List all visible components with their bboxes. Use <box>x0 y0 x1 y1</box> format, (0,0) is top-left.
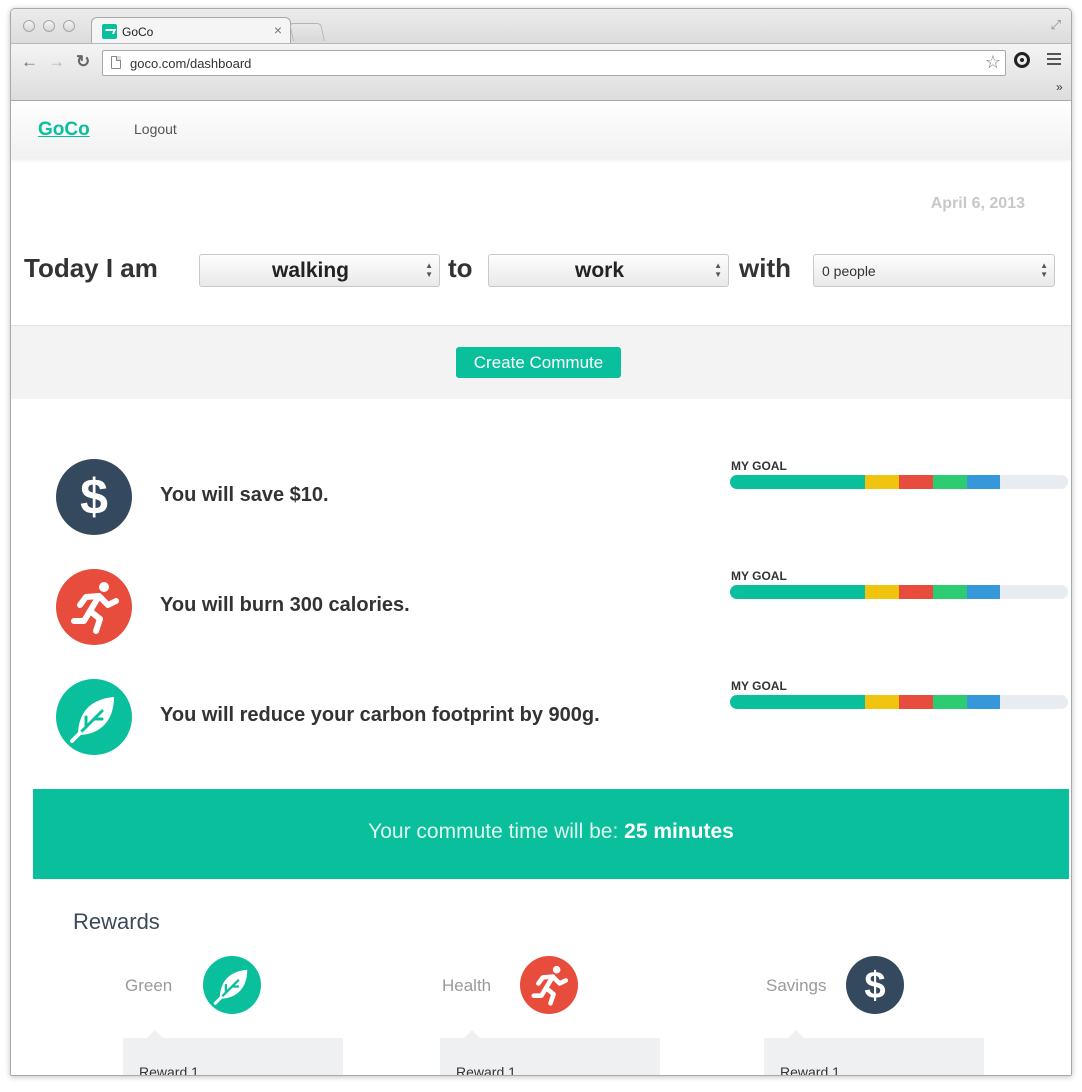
goal-label: MY GOAL <box>731 569 787 583</box>
reward-category-label: Green <box>125 976 173 995</box>
goal-label: MY GOAL <box>731 679 787 693</box>
destination-select[interactable]: work ▲ ▼ <box>488 254 729 287</box>
stat-row-carbon: You will reduce your carbon footprint by… <box>11 679 1071 759</box>
reward-column-health: Health Reward 1 <box>440 956 680 1076</box>
tab-title: GoCo <box>122 25 154 39</box>
runner-icon <box>520 956 578 1014</box>
commute-time-banner: Your commute time will be: 25 minutes <box>33 789 1069 879</box>
reward-column-savings: Savings $ Reward 1 <box>764 956 1004 1076</box>
goal-progress-bar <box>730 585 1068 599</box>
browser-toolbar: ← → ↻ goco.com/dashboard ☆ » <box>11 43 1071 101</box>
goal-segment <box>865 475 899 489</box>
select-arrows-icon: ▲ ▼ <box>1040 261 1048 279</box>
goal-segment <box>865 695 899 709</box>
reward-card[interactable]: Reward 1 <box>123 1030 343 1076</box>
forward-button[interactable]: → <box>48 52 65 72</box>
create-commute-bar: Create Commute <box>11 325 1071 399</box>
stat-text: You will save $10. <box>160 484 329 506</box>
goal-segment <box>865 585 899 599</box>
runner-icon <box>56 569 132 645</box>
goal-progress-bar <box>730 695 1068 709</box>
goal-segment <box>730 695 866 709</box>
current-date: April 6, 2013 <box>930 195 1025 212</box>
svg-text:$: $ <box>80 469 108 525</box>
goal-segment <box>898 585 933 599</box>
svg-text:$: $ <box>864 964 885 1007</box>
goal-segment <box>730 475 866 489</box>
goal-progress-bar <box>730 475 1068 489</box>
reward-card-title: Reward 1 <box>780 1064 840 1076</box>
goal-segment <box>966 475 1001 489</box>
browser-window: GoCo × ⤢ ← → ↻ goco.com/dashboard ☆ » Go… <box>10 8 1072 1076</box>
stat-text: You will reduce your carbon footprint by… <box>160 704 600 726</box>
reward-card[interactable]: Reward 1 <box>764 1030 984 1076</box>
menu-icon[interactable] <box>1047 53 1061 68</box>
goal-segment <box>898 475 933 489</box>
stat-row-calories: You will burn 300 calories. MY GOAL <box>11 569 1071 649</box>
page-viewport: GoCo Logout April 6, 2013 Today I am wal… <box>11 101 1071 1076</box>
brand-logo-link[interactable]: GoCo <box>38 119 90 141</box>
reward-card[interactable]: Reward 1 <box>440 1030 660 1076</box>
favicon-icon <box>102 24 117 39</box>
app-navbar: GoCo Logout <box>11 101 1071 159</box>
minimize-window-button[interactable] <box>43 20 55 32</box>
title-bar: GoCo × ⤢ <box>11 9 1071 44</box>
new-tab-button[interactable] <box>289 23 325 41</box>
destination-select-value: work <box>574 259 624 282</box>
extension-icon[interactable] <box>1014 52 1030 68</box>
zoom-window-button[interactable] <box>63 20 75 32</box>
companions-select-value: 0 people <box>822 263 876 279</box>
tab-close-icon[interactable]: × <box>274 22 282 38</box>
sentence-to: to <box>448 253 473 283</box>
rewards-heading: Rewards <box>73 909 160 934</box>
commute-time-value: 25 minutes <box>624 820 734 843</box>
select-arrows-icon: ▲ ▼ <box>714 261 722 279</box>
reload-button[interactable]: ↻ <box>76 52 90 72</box>
commute-time-label: Your commute time will be: <box>368 820 619 843</box>
mode-select-value: walking <box>271 259 350 282</box>
browser-tab[interactable]: GoCo × <box>91 17 291 44</box>
goal-segment <box>932 695 967 709</box>
reward-column-green: Green Reward 1 <box>123 956 363 1076</box>
stat-text: You will burn 300 calories. <box>160 594 410 616</box>
goal-segment <box>932 585 967 599</box>
stat-row-savings: $ You will save $10. MY GOAL <box>11 459 1071 539</box>
fullscreen-icon[interactable]: ⤢ <box>1051 17 1061 33</box>
goal-segment <box>966 585 1001 599</box>
reward-card-title: Reward 1 <box>456 1064 516 1076</box>
goal-segment <box>932 475 967 489</box>
page-icon <box>111 56 121 69</box>
goal-segment <box>730 585 866 599</box>
back-button[interactable]: ← <box>21 52 38 72</box>
leaf-icon <box>56 679 132 755</box>
companions-select[interactable]: 0 people ▲ ▼ <box>813 254 1055 287</box>
goal-segment <box>966 695 1001 709</box>
create-commute-button[interactable]: Create Commute <box>456 347 621 378</box>
mode-select[interactable]: walking ▲ ▼ <box>199 254 440 287</box>
sentence-with: with <box>739 253 791 283</box>
reward-category-label: Savings <box>766 976 827 995</box>
logout-link[interactable]: Logout <box>134 121 177 137</box>
goal-label: MY GOAL <box>731 459 787 473</box>
close-window-button[interactable] <box>23 20 35 32</box>
goal-segment <box>898 695 933 709</box>
dollar-icon: $ <box>56 459 132 535</box>
bookmark-star-icon[interactable]: ☆ <box>985 52 1001 73</box>
url-text[interactable]: goco.com/dashboard <box>130 56 251 71</box>
commute-sentence: Today I am walking ▲ ▼ to work ▲ ▼ with 0 … <box>11 251 1071 291</box>
reward-category-label: Health <box>442 976 492 995</box>
sentence-prefix: Today I am <box>24 253 158 283</box>
dollar-icon: $ <box>846 956 904 1014</box>
leaf-icon <box>203 956 261 1014</box>
select-arrows-icon: ▲ ▼ <box>425 261 433 279</box>
reward-card-title: Reward 1 <box>139 1064 199 1076</box>
commute-time-text: Your commute time will be: 25 minutes <box>33 820 1069 844</box>
address-bar[interactable]: goco.com/dashboard ☆ <box>102 50 1006 76</box>
bookmarks-overflow-icon[interactable]: » <box>1056 80 1063 94</box>
